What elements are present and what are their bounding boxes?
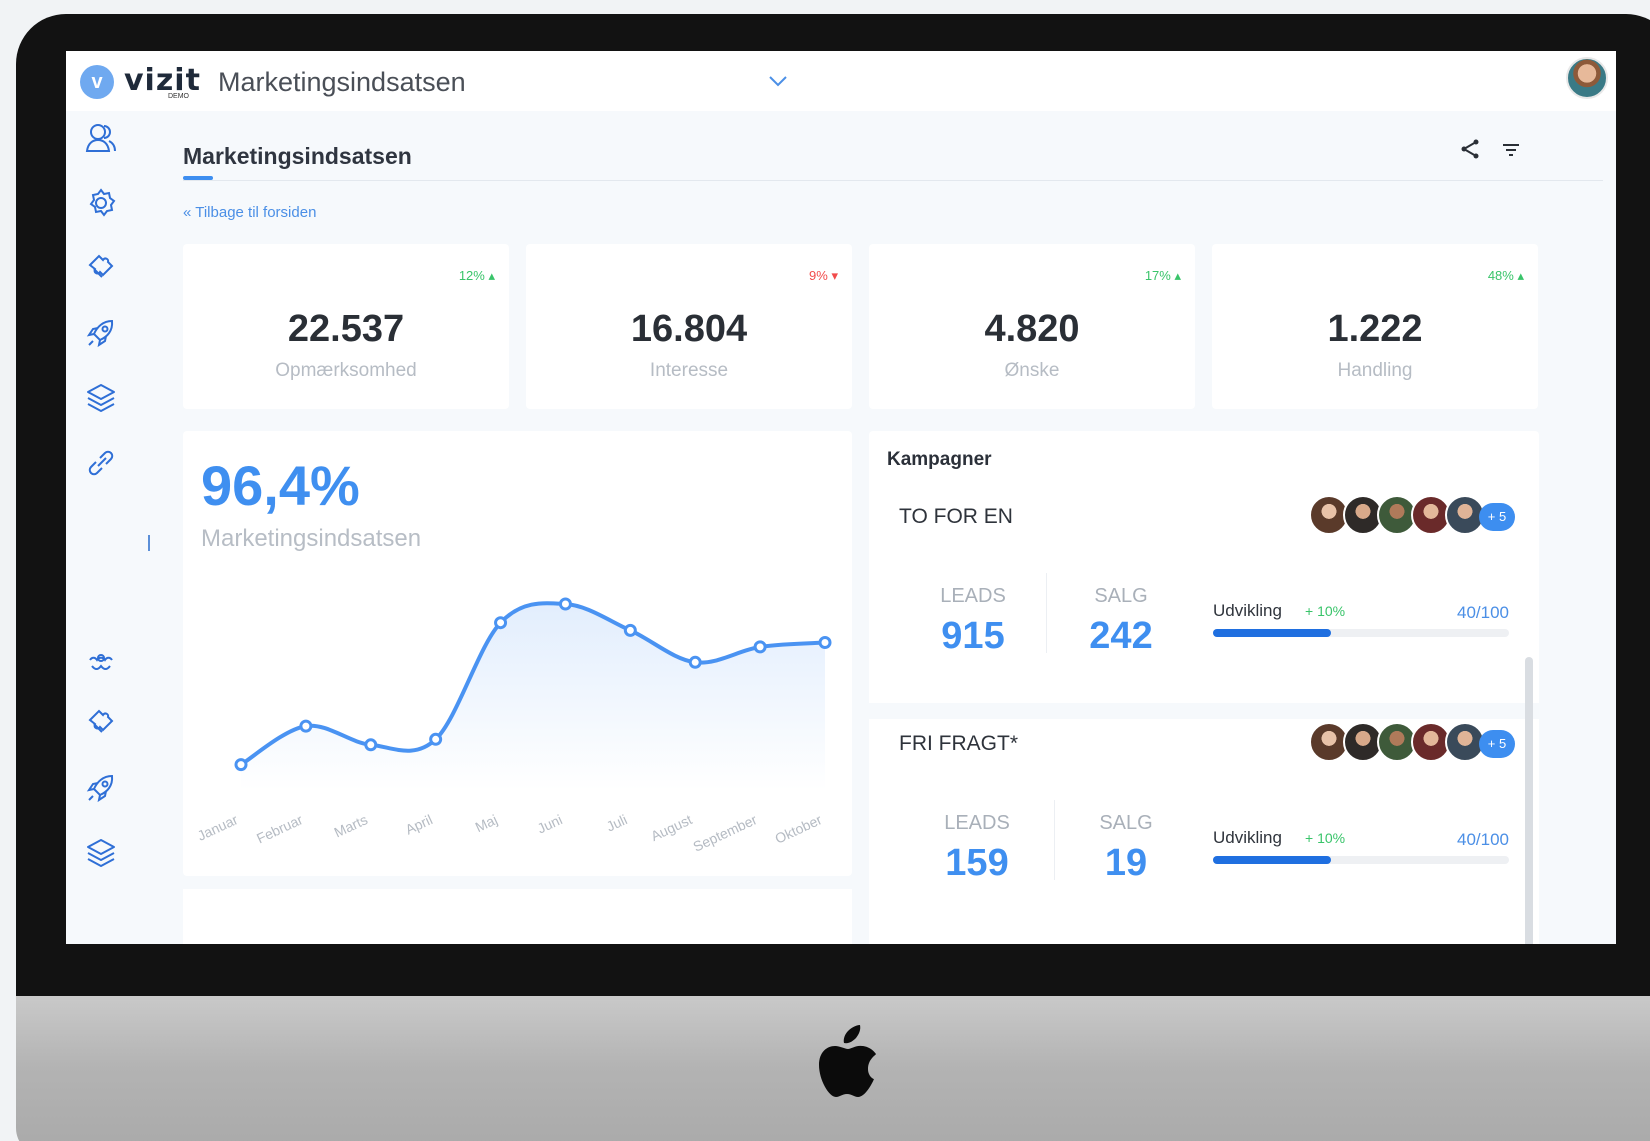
kpi-divider: [1054, 800, 1055, 880]
users-icon[interactable]: [84, 121, 118, 155]
cogs-icon[interactable]: [84, 646, 118, 680]
x-tick-label: Maj: [473, 811, 500, 835]
stat-label: Interesse: [649, 360, 729, 381]
campaign-name: FRI FRAGT*: [899, 732, 1018, 755]
kpi-divider: [1046, 573, 1047, 653]
stat-card-awareness: 12% ▴ 22.537 Opmærksomhed: [183, 244, 509, 409]
chart-point[interactable]: [364, 738, 378, 752]
rocket-icon[interactable]: [84, 771, 118, 805]
scrollbar[interactable]: [1525, 657, 1533, 944]
chart-point[interactable]: [623, 623, 637, 637]
campaign-card[interactable]: FRI FRAGT* + 5 LEADS 159 SALG 19 Udvikli…: [869, 722, 1529, 944]
puzzle-icon[interactable]: [84, 706, 118, 740]
stat-label: Opmærksomhed: [275, 360, 417, 381]
puzzle-icon[interactable]: [84, 251, 118, 285]
chart-point[interactable]: [299, 719, 313, 733]
campaign-card[interactable]: TO FOR EN + 5 LEADS 915 SALG 242 Udvikli…: [869, 495, 1529, 735]
gear-icon[interactable]: [84, 186, 118, 220]
stat-value: 4.820: [984, 308, 1080, 350]
x-tick-label: Juli: [604, 811, 630, 834]
campaign-name: TO FOR EN: [899, 505, 1013, 528]
sales-value: 19: [1104, 842, 1148, 884]
stat-label: Ønske: [1004, 360, 1060, 381]
campaign-divider: [869, 703, 1539, 719]
overview-percentage: 96,4%: [201, 454, 360, 517]
chart-panel: Januar Februar Marts April Maj Juni Juli August…: [183, 431, 852, 876]
logo-text[interactable]: vizit: [124, 63, 201, 98]
chart-point[interactable]: [429, 732, 443, 746]
stat-card-desire: 17% ▴ 4.820 Ønske: [869, 244, 1195, 409]
share-icon[interactable]: [1458, 137, 1482, 161]
layers-icon[interactable]: [84, 381, 118, 415]
development-label: Udvikling: [1213, 828, 1282, 847]
progress-bar: [1213, 629, 1509, 637]
chart-point[interactable]: [558, 597, 572, 611]
campaigns-panel: Kampagner TO FOR EN + 5 LEADS 915 SALG 2…: [869, 431, 1539, 944]
next-panel-edge: [183, 889, 852, 944]
development-count: 40/100: [1457, 603, 1509, 622]
development-delta: + 10%: [1305, 830, 1346, 846]
rocket-icon[interactable]: [84, 316, 118, 350]
sales-label: SALG: [1094, 585, 1148, 607]
chevron-down-icon[interactable]: [766, 69, 790, 93]
progress-fill: [1213, 856, 1332, 864]
layers-icon[interactable]: [84, 836, 118, 870]
filter-icon[interactable]: [1500, 139, 1522, 161]
x-tick-label: Februar: [254, 811, 305, 846]
leads-value: 915: [941, 615, 1005, 657]
x-tick-label: Oktober: [772, 811, 824, 847]
logo-subtitle: DEMO: [168, 93, 189, 100]
header-divider: [183, 180, 1603, 181]
logo-icon[interactable]: v: [80, 65, 114, 99]
stat-label: Handling: [1337, 360, 1413, 381]
link-icon[interactable]: [84, 446, 118, 480]
back-to-home-link[interactable]: « Tilbage til forsiden: [183, 204, 316, 221]
leads-label: LEADS: [940, 585, 1006, 607]
x-tick-label: August: [648, 811, 694, 844]
progress-fill: [1213, 629, 1332, 637]
page-title: Marketingsindsatsen: [183, 143, 412, 169]
x-tick-label: September: [691, 811, 760, 855]
stat-value: 22.537: [287, 308, 405, 350]
x-tick-label: Januar: [195, 811, 241, 844]
chart-point[interactable]: [688, 655, 702, 669]
stat-value: 16.804: [630, 308, 748, 350]
progress-bar: [1213, 856, 1509, 864]
stat-delta: 48% ▴: [1487, 268, 1524, 283]
x-tick-label: Marts: [332, 811, 370, 840]
chart-point[interactable]: [818, 636, 832, 649]
development-count: 40/100: [1457, 830, 1509, 849]
x-tick-label: Juni: [535, 811, 565, 836]
development-delta: + 10%: [1305, 603, 1346, 619]
stat-delta: 17% ▴: [1144, 268, 1181, 283]
x-tick-label: April: [403, 811, 435, 837]
development-label: Udvikling: [1213, 601, 1282, 620]
more-members-badge[interactable]: + 5: [1479, 503, 1515, 531]
sidebar-collapse-handle[interactable]: [148, 535, 150, 551]
overview-label: Marketingsindsatsen: [201, 525, 422, 552]
stat-value: 1.222: [1327, 308, 1423, 350]
chart-point[interactable]: [234, 758, 248, 772]
sidebar: [66, 111, 150, 944]
chart-point[interactable]: [753, 640, 767, 654]
apple-logo-icon: [819, 1025, 876, 1097]
more-members-badge[interactable]: + 5: [1479, 730, 1515, 758]
stat-delta: 12% ▴: [458, 268, 495, 283]
top-bar: v vizit DEMO Marketingsindsatsen: [66, 51, 1616, 111]
stat-card-interest: 9% ▾ 16.804 Interesse: [526, 244, 852, 409]
avatar-group[interactable]: + 5: [1309, 495, 1519, 539]
app-screen: v vizit DEMO Marketingsindsatsen Marketi…: [66, 51, 1616, 944]
sales-label: SALG: [1099, 812, 1153, 834]
leads-value: 159: [945, 842, 1009, 884]
chart-area: [241, 603, 825, 791]
chart-point[interactable]: [494, 616, 508, 630]
stat-delta: 9% ▾: [809, 268, 838, 283]
stat-card-action: 48% ▴ 1.222 Handling: [1212, 244, 1538, 409]
user-avatar[interactable]: [1566, 57, 1608, 99]
sales-value: 242: [1089, 615, 1153, 657]
dashboard-selector-title[interactable]: Marketingsindsatsen: [218, 67, 466, 98]
avatar-group[interactable]: + 5: [1309, 722, 1519, 766]
leads-label: LEADS: [944, 812, 1010, 834]
campaigns-heading: Kampagner: [887, 449, 992, 470]
